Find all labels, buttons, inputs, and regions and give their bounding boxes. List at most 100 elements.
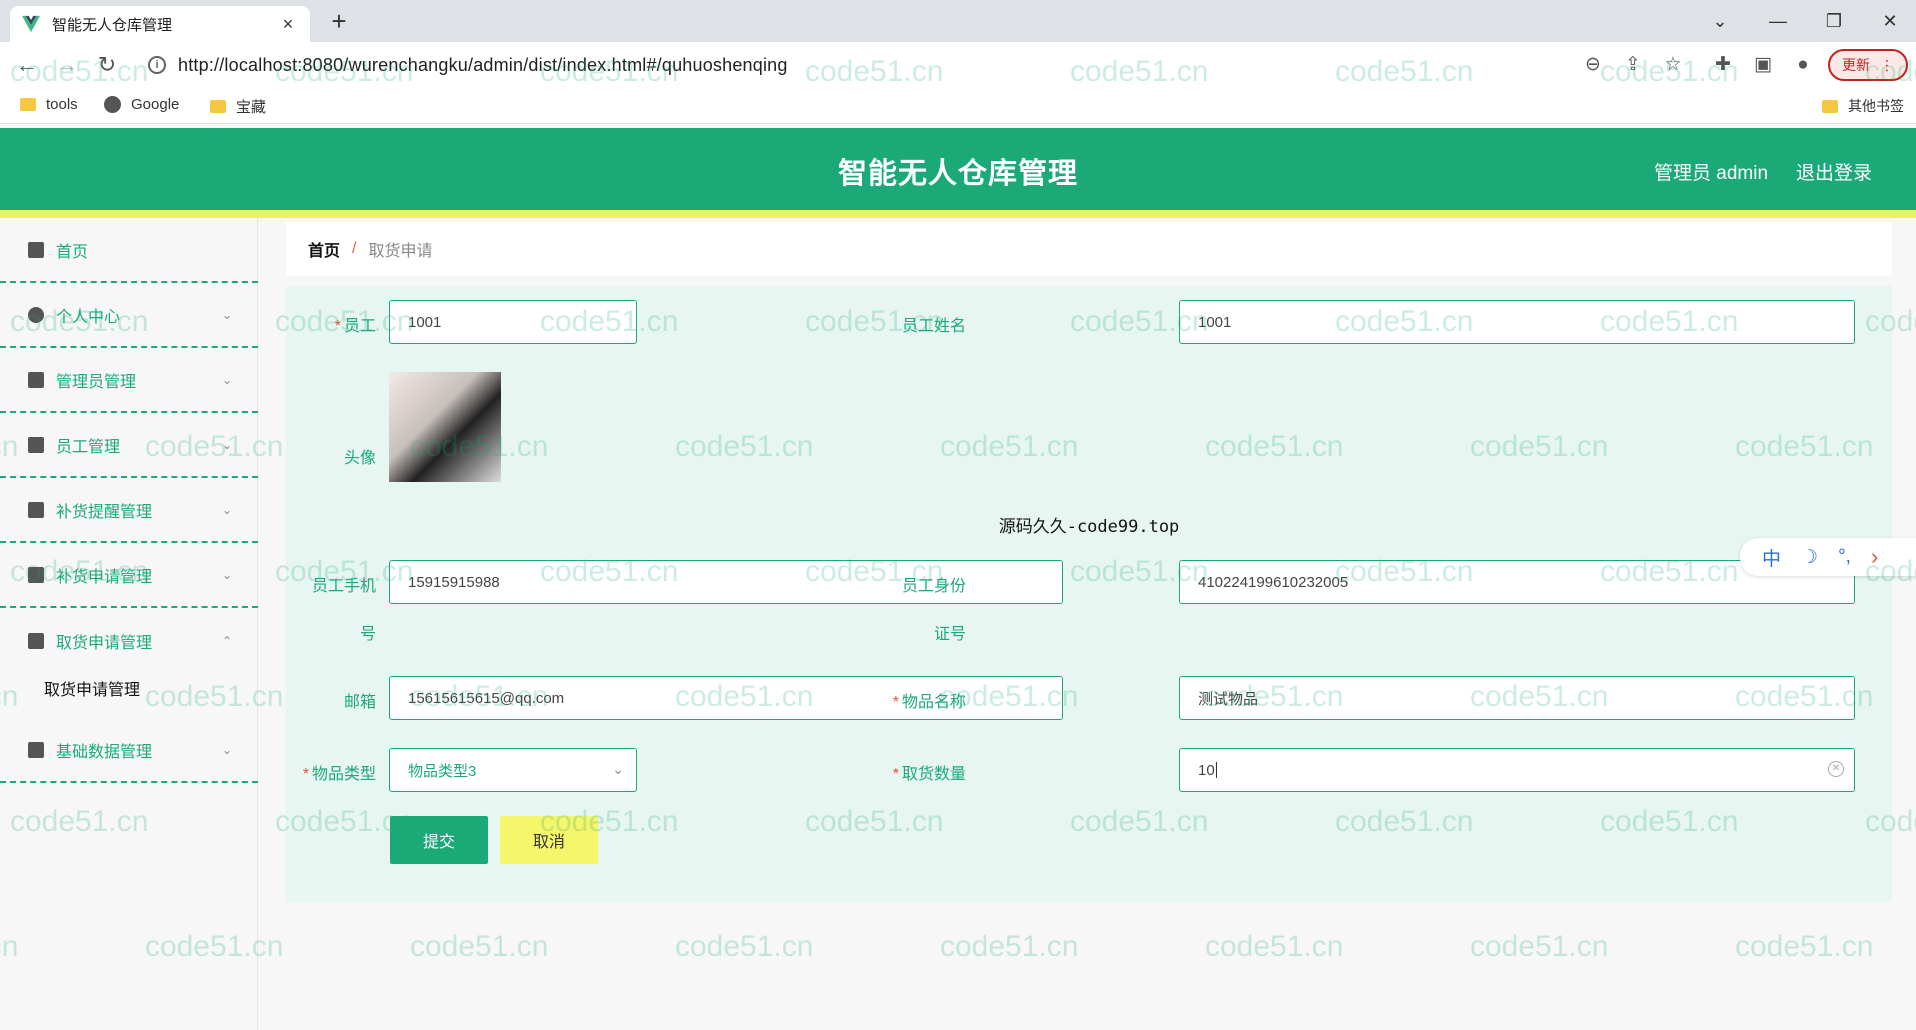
url-field[interactable]: i http://localhost:8080/wurenchangku/adm… xyxy=(140,46,1600,84)
phone-label-line2: 号 xyxy=(359,626,376,643)
ime-chinese-mode[interactable]: 中 xyxy=(1762,544,1781,571)
breadcrumb-separator: / xyxy=(352,240,357,257)
employee-value: 1001 xyxy=(408,313,442,331)
tab-title: 智能无人仓库管理 xyxy=(52,16,173,34)
restore-icon[interactable]: ❐ xyxy=(1814,6,1854,36)
ime-toolbar[interactable]: 中 ☽ °, › xyxy=(1740,538,1916,576)
id-number-value: 410224199610232005 xyxy=(1198,573,1349,591)
watermark-text: code51.cn xyxy=(1735,930,1874,963)
sidebar-item-employees[interactable]: 员工管理 ⌄ xyxy=(0,413,258,478)
watermark-text: code51.cn xyxy=(1470,930,1609,963)
cancel-button[interactable]: 取消 xyxy=(500,816,598,864)
update-label: 更新 xyxy=(1842,57,1870,73)
current-user: 管理员 admin xyxy=(1654,163,1769,184)
required-mark: * xyxy=(892,766,899,783)
submenu-pickup-requests[interactable]: 取货申请管理 xyxy=(44,676,140,700)
bookmark-google[interactable]: Google xyxy=(104,96,179,113)
employee-input[interactable]: 1001 xyxy=(389,300,637,344)
chevron-right-icon[interactable]: › xyxy=(1871,544,1878,570)
sidebar-item-home[interactable]: 首页 xyxy=(0,218,258,283)
sidebar-item-profile[interactable]: 个人中心 ⌄ xyxy=(0,283,258,348)
item-name-input[interactable]: 测试物品 xyxy=(1179,676,1855,720)
item-name-label: * 物品名称 xyxy=(860,688,966,712)
bookmark-label: Google xyxy=(131,96,180,113)
item-type-label: * 物品类型 xyxy=(272,760,376,784)
sidebar-item-label: 补货提醒管理 xyxy=(56,503,153,521)
browser-tabbar: 智能无人仓库管理 × + ⌄ — ❐ ✕ xyxy=(0,0,1916,42)
id-number-label: 员工身份 证号 xyxy=(876,572,966,644)
folder-icon xyxy=(1822,99,1838,113)
employee-name-input[interactable]: 1001 xyxy=(1179,300,1855,344)
update-button[interactable]: 更新 ⋮ xyxy=(1828,49,1908,81)
sidepanel-icon[interactable]: ▣ xyxy=(1750,52,1776,78)
phone-label: 员工手机 号 xyxy=(286,572,376,644)
site-info-icon[interactable]: i xyxy=(148,56,166,74)
globe-icon xyxy=(104,96,121,113)
bookmark-treasure[interactable]: 宝藏 xyxy=(210,96,266,117)
zoom-icon[interactable]: ⊖ xyxy=(1580,52,1606,78)
profile-icon[interactable]: ● xyxy=(1790,52,1816,78)
clear-icon[interactable]: ✕ xyxy=(1828,761,1844,777)
sidebar-item-label: 补货申请管理 xyxy=(56,568,153,586)
new-tab-icon[interactable]: + xyxy=(324,6,354,36)
quantity-input[interactable]: 10 ✕ xyxy=(1179,748,1855,792)
tab-close-icon[interactable]: × xyxy=(278,14,298,35)
logout-link[interactable]: 退出登录 xyxy=(1796,158,1872,185)
pickup-request-form: * 员工 1001 员工姓名 1001 头像 源码久久-code99.top 员工… xyxy=(286,286,1892,902)
quantity-label-text: 取货数量 xyxy=(901,766,966,783)
id-label-line2: 证号 xyxy=(933,626,966,643)
moon-icon[interactable]: ☽ xyxy=(1801,546,1818,569)
reload-icon[interactable]: ↻ xyxy=(92,50,122,80)
chat-icon xyxy=(28,436,44,453)
vue-logo-icon xyxy=(22,15,40,33)
required-mark: * xyxy=(334,318,341,335)
extensions-icon[interactable]: ✚ xyxy=(1710,52,1736,78)
star-icon[interactable]: ☆ xyxy=(1660,52,1686,78)
home-icon xyxy=(28,241,44,258)
employee-name-value: 1001 xyxy=(1198,313,1232,331)
quantity-value: 10 xyxy=(1198,761,1215,779)
breadcrumb-home[interactable]: 首页 xyxy=(308,237,340,261)
window-close-icon[interactable]: ✕ xyxy=(1870,6,1910,36)
avatar-label: 头像 xyxy=(343,450,376,467)
submit-button[interactable]: 提交 xyxy=(390,816,488,864)
sidebar-item-label: 员工管理 xyxy=(56,438,121,456)
sidebar-item-admins[interactable]: 管理员管理 ⌄ xyxy=(0,348,258,413)
folder-icon xyxy=(210,100,226,113)
sidebar-item-base-data[interactable]: 基础数据管理 ⌄ xyxy=(0,718,258,783)
bookmark-label: tools xyxy=(46,96,78,113)
other-bookmarks[interactable]: 其他书签 xyxy=(1822,96,1904,116)
sidebar-item-pickup-requests[interactable]: 取货申请管理 ⌃ xyxy=(0,608,258,673)
chevron-down-icon: ⌄ xyxy=(221,502,232,517)
item-type-select[interactable]: 物品类型3 ⌄ xyxy=(389,748,637,792)
sidebar-item-restock-reminders[interactable]: 补货提醒管理 ⌄ xyxy=(0,478,258,543)
box-icon xyxy=(28,501,44,518)
required-mark: * xyxy=(302,766,309,783)
item-name-value: 测试物品 xyxy=(1198,690,1259,708)
app-header: 智能无人仓库管理 管理员 admin 退出登录 xyxy=(0,128,1916,210)
sidebar-item-label: 基础数据管理 xyxy=(56,743,153,761)
minimize-icon[interactable]: — xyxy=(1758,6,1798,36)
chevron-down-icon: ⌄ xyxy=(221,307,232,322)
browser-tab[interactable]: 智能无人仓库管理 × xyxy=(10,6,310,42)
sidebar-item-restock-requests[interactable]: 补货申请管理 ⌄ xyxy=(0,543,258,608)
address-bar: ← → ↻ i http://localhost:8080/wurenchang… xyxy=(0,42,1916,88)
email-label: 邮箱 xyxy=(343,694,376,711)
quantity-label: * 取货数量 xyxy=(860,760,966,784)
avatar-image xyxy=(389,372,501,482)
source-watermark-line: 源码久久-code99.top xyxy=(998,517,1180,537)
punctuation-icon[interactable]: °, xyxy=(1838,546,1851,568)
watermark-text: code51.cn xyxy=(940,930,1079,963)
breadcrumb-current: 取货申请 xyxy=(368,243,433,260)
tab-search-icon[interactable]: ⌄ xyxy=(1700,6,1740,36)
back-icon[interactable]: ← xyxy=(12,50,42,80)
employee-name-label: 员工姓名 xyxy=(901,318,966,335)
bookmark-tools[interactable]: tools xyxy=(20,96,78,113)
share-icon[interactable]: ⇪ xyxy=(1620,52,1646,78)
menu-dots-icon: ⋮ xyxy=(1880,56,1894,73)
required-mark: * xyxy=(892,694,899,711)
text-cursor xyxy=(1215,762,1217,778)
forward-icon[interactable]: → xyxy=(52,50,82,80)
phone-label-line1: 员工手机 xyxy=(311,578,376,595)
chevron-down-icon: ⌄ xyxy=(221,372,232,387)
